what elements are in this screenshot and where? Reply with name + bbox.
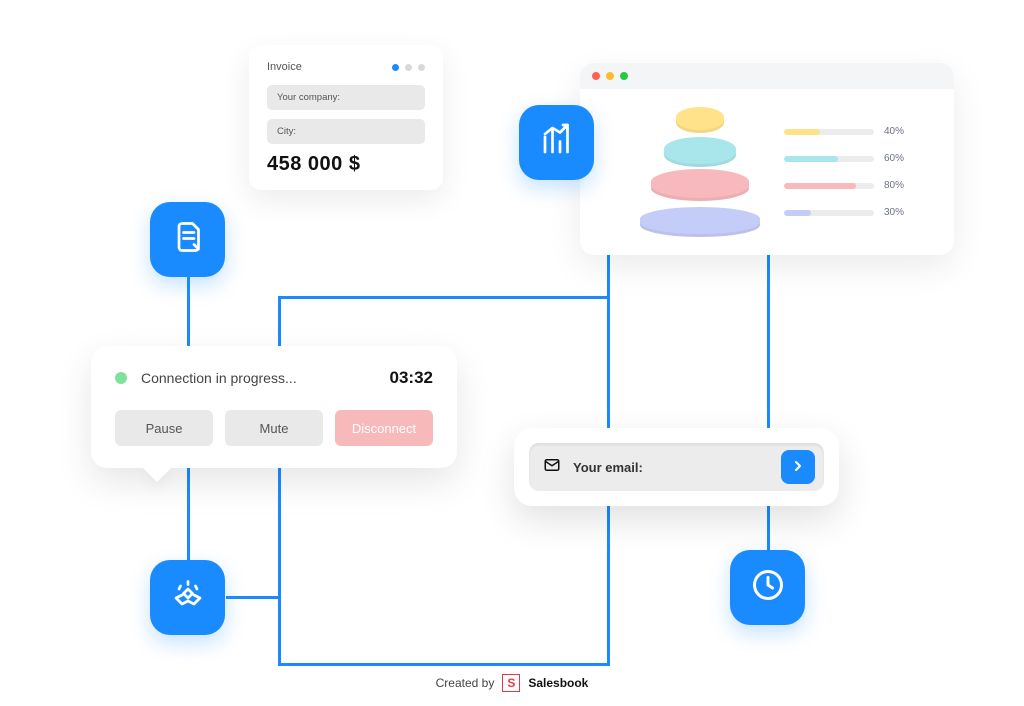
progress-value: 80% [884, 180, 904, 191]
connector-handshake-right [226, 596, 280, 599]
connector-browser-to-clock [767, 254, 770, 559]
progress-bars: 40% 60% 80% 30% [784, 126, 926, 218]
progress-row: 40% [784, 126, 926, 137]
progress-fill [784, 183, 856, 189]
invoice-company-field[interactable]: Your company: [267, 85, 425, 110]
progress-track [784, 156, 874, 162]
email-submit-button[interactable] [781, 450, 815, 484]
call-timer: 03:32 [390, 368, 433, 388]
funnel-layer [640, 207, 760, 237]
growth-chart-icon [539, 122, 575, 163]
chevron-right-icon [790, 458, 806, 477]
funnel-layer [676, 107, 724, 133]
handshake-node[interactable] [150, 560, 225, 635]
progress-value: 60% [884, 153, 904, 164]
analytics-node[interactable] [519, 105, 594, 180]
connector-top-horiz [278, 296, 610, 299]
progress-row: 80% [784, 180, 926, 191]
footer-credit: Created by S Salesbook [0, 674, 1024, 692]
progress-track [784, 129, 874, 135]
mail-icon [543, 456, 561, 479]
salesbook-brand: Salesbook [528, 676, 588, 690]
browser-header [580, 63, 954, 89]
call-status-text: Connection in progress... [141, 370, 376, 386]
funnel-chart [640, 107, 760, 237]
funnel-layer [664, 137, 736, 167]
step-dot [418, 64, 425, 71]
clock-icon [750, 567, 786, 608]
progress-row: 30% [784, 207, 926, 218]
invoice-step-dots [392, 64, 425, 71]
speech-tail [143, 454, 171, 482]
edit-document-icon [170, 219, 206, 260]
status-dot [115, 372, 127, 384]
progress-track [784, 183, 874, 189]
progress-row: 60% [784, 153, 926, 164]
disconnect-button[interactable]: Disconnect [335, 410, 433, 446]
salesbook-logo-icon: S [502, 674, 520, 692]
connector-bottom [278, 663, 610, 666]
traffic-light-yellow [606, 72, 614, 80]
invoice-card: Invoice Your company: City: 458 000 $ [249, 45, 443, 190]
funnel-layer [651, 169, 749, 201]
step-dot-active [392, 64, 399, 71]
pause-button[interactable]: Pause [115, 410, 213, 446]
invoice-title: Invoice [267, 61, 302, 73]
progress-fill [784, 129, 820, 135]
analytics-window: 40% 60% 80% 30% [580, 63, 954, 255]
clock-node[interactable] [730, 550, 805, 625]
progress-fill [784, 156, 838, 162]
handshake-icon [170, 577, 206, 618]
footer-prefix: Created by [436, 676, 495, 690]
email-label: Your email: [573, 460, 769, 475]
email-card: Your email: [514, 428, 839, 506]
invoice-city-field[interactable]: City: [267, 119, 425, 144]
mute-button[interactable]: Mute [225, 410, 323, 446]
progress-value: 30% [884, 207, 904, 218]
traffic-light-red [592, 72, 600, 80]
progress-fill [784, 210, 811, 216]
traffic-light-green [620, 72, 628, 80]
edit-document-node[interactable] [150, 202, 225, 277]
invoice-amount: 458 000 $ [267, 153, 425, 176]
call-card: Connection in progress... 03:32 Pause Mu… [91, 346, 457, 468]
progress-value: 40% [884, 126, 904, 137]
step-dot [405, 64, 412, 71]
progress-track [784, 210, 874, 216]
